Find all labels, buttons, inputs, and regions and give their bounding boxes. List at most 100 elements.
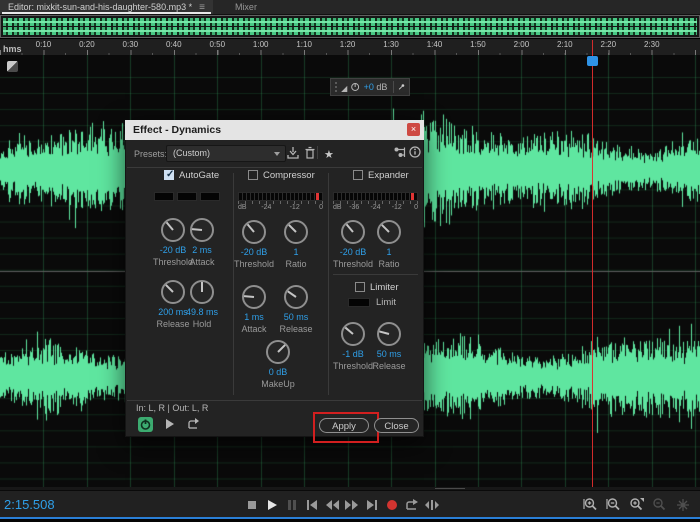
tab-mixer[interactable]: Mixer bbox=[227, 0, 265, 14]
knob-label: Attack bbox=[189, 257, 215, 267]
meter-scale-label: 0 bbox=[414, 204, 418, 211]
knob-value: 1 bbox=[293, 247, 299, 257]
dialog-title-bar[interactable]: Effect - Dynamics bbox=[125, 120, 424, 141]
knob-value: -20 dB bbox=[240, 247, 268, 257]
meter-scale-label: -24 bbox=[370, 204, 381, 211]
threshold-knob[interactable] bbox=[341, 220, 365, 244]
hud-grip-icon[interactable] bbox=[335, 82, 338, 92]
threshold-knob-group: -20 dB Threshold bbox=[231, 220, 277, 269]
tab-editor[interactable]: Editor: mixkit-sun-and-his-daughter-580.… bbox=[0, 0, 213, 14]
zoom-out-button[interactable] bbox=[605, 497, 623, 513]
knob-label: Hold bbox=[192, 319, 212, 329]
stop-button[interactable] bbox=[243, 497, 261, 513]
compressor-checkbox[interactable] bbox=[248, 170, 258, 180]
loop-playback-button[interactable] bbox=[403, 497, 421, 513]
zoom-in-selection-button[interactable] bbox=[628, 497, 646, 513]
preview-play-button[interactable] bbox=[166, 419, 174, 429]
release-knob-group: 50 ms Release bbox=[366, 322, 412, 371]
expander-checkbox[interactable] bbox=[353, 170, 363, 180]
panel-tab-bar: Editor: mixkit-sun-and-his-daughter-580.… bbox=[0, 0, 700, 15]
ruler-tick-label: 2:20 bbox=[600, 40, 617, 49]
divider bbox=[333, 274, 418, 275]
knob-pointer bbox=[165, 221, 174, 231]
meter-scale-label: dB bbox=[238, 204, 247, 211]
close-icon[interactable] bbox=[407, 123, 420, 136]
info-icon[interactable] bbox=[409, 146, 421, 158]
toolbar-separator bbox=[317, 146, 318, 159]
knob-value: 50 ms bbox=[376, 349, 402, 359]
move-playhead-button[interactable] bbox=[423, 497, 441, 513]
skip-to-end-button[interactable] bbox=[363, 497, 381, 513]
delete-preset-icon[interactable] bbox=[304, 146, 316, 159]
effect-power-toggle[interactable] bbox=[138, 417, 153, 432]
limit-led-label: Limit bbox=[376, 297, 397, 308]
loop-preview-icon[interactable] bbox=[186, 417, 200, 436]
save-preset-icon[interactable] bbox=[286, 146, 300, 159]
panel-menu-icon[interactable] bbox=[192, 2, 205, 13]
knob-value: 1 bbox=[386, 247, 392, 257]
play-button[interactable] bbox=[263, 497, 281, 513]
hud-separator bbox=[393, 81, 395, 93]
hold-knob[interactable] bbox=[190, 280, 214, 304]
playhead-handle[interactable] bbox=[587, 56, 598, 66]
timeline-ruler[interactable]: hms 0:10 0:20 0:30 0:40 0:50 1:00 1:10 1:20 1:30… bbox=[0, 38, 700, 56]
pin-icon[interactable] bbox=[398, 82, 405, 92]
knob-pointer bbox=[288, 224, 297, 233]
ratio-knob-group: 1 Ratio bbox=[366, 220, 412, 269]
attack-knob-group: 1 ms Attack bbox=[231, 285, 277, 334]
apply-button[interactable]: Apply bbox=[319, 418, 369, 433]
limiter-checkbox[interactable] bbox=[355, 282, 365, 292]
ruler-tick-label: 0:30 bbox=[122, 40, 139, 49]
editor-corner-grip-icon bbox=[7, 61, 18, 72]
ruler-tick-label: 1:20 bbox=[339, 40, 356, 49]
divider bbox=[127, 167, 422, 168]
knob-label: Release bbox=[279, 324, 313, 334]
overview-waveform-right bbox=[3, 27, 697, 35]
knob-value: 0 dB bbox=[268, 367, 288, 377]
favorite-star-icon[interactable] bbox=[324, 145, 334, 163]
attack-knob[interactable] bbox=[190, 218, 214, 242]
threshold-knob[interactable] bbox=[341, 322, 365, 346]
autogate-checkbox[interactable] bbox=[164, 169, 174, 180]
release-knob[interactable] bbox=[284, 285, 308, 309]
presets-select[interactable]: (Custom) bbox=[166, 145, 286, 162]
makeup-knob[interactable] bbox=[266, 340, 290, 364]
pause-button[interactable] bbox=[283, 497, 301, 513]
zoom-in-button[interactable] bbox=[582, 497, 600, 513]
gain-value[interactable]: +0 dB bbox=[364, 82, 388, 92]
record-button[interactable] bbox=[383, 497, 401, 513]
knob-pointer bbox=[165, 284, 174, 293]
gain-hud[interactable]: +0 dB bbox=[330, 78, 410, 96]
ruler-tick-label: 1:30 bbox=[383, 40, 399, 49]
ratio-knob[interactable] bbox=[377, 220, 401, 244]
knob-pointer bbox=[191, 228, 203, 231]
ruler-tick-label: 0:50 bbox=[209, 40, 226, 49]
compressor-level-meter bbox=[238, 192, 323, 201]
ruler-tick-label: 2:30 bbox=[643, 40, 660, 49]
zoom-tools bbox=[582, 491, 692, 518]
gate-led-closed bbox=[200, 192, 220, 201]
rewind-button[interactable] bbox=[323, 497, 341, 513]
release-knob[interactable] bbox=[377, 322, 401, 346]
skip-to-start-button[interactable] bbox=[303, 497, 321, 513]
file-overview-strip[interactable] bbox=[0, 15, 700, 38]
expander-label: Expander bbox=[368, 170, 409, 181]
threshold-knob[interactable] bbox=[242, 220, 266, 244]
zoom-out-full-button[interactable] bbox=[651, 497, 669, 513]
meter-scale-label: -12 bbox=[391, 204, 402, 211]
makeup-knob-group: 0 dB MakeUp bbox=[255, 340, 301, 389]
knob-label: Threshold bbox=[233, 259, 275, 269]
time-display[interactable]: 2:15.508 bbox=[4, 497, 55, 512]
sidechain-icon[interactable] bbox=[394, 146, 407, 159]
close-button[interactable]: Close bbox=[374, 418, 419, 433]
attack-knob-group: 2 ms Attack bbox=[179, 218, 225, 267]
zoom-reset-button[interactable] bbox=[674, 497, 692, 513]
gain-knob-icon[interactable] bbox=[351, 81, 360, 93]
ratio-knob[interactable] bbox=[284, 220, 308, 244]
ratio-knob-group: 1 Ratio bbox=[273, 220, 319, 269]
fast-forward-button[interactable] bbox=[343, 497, 361, 513]
release-knob-group: 50 ms Release bbox=[273, 285, 319, 334]
meter-scale-label: 0 bbox=[319, 204, 323, 211]
knob-pointer bbox=[201, 282, 203, 292]
attack-knob[interactable] bbox=[242, 285, 266, 309]
